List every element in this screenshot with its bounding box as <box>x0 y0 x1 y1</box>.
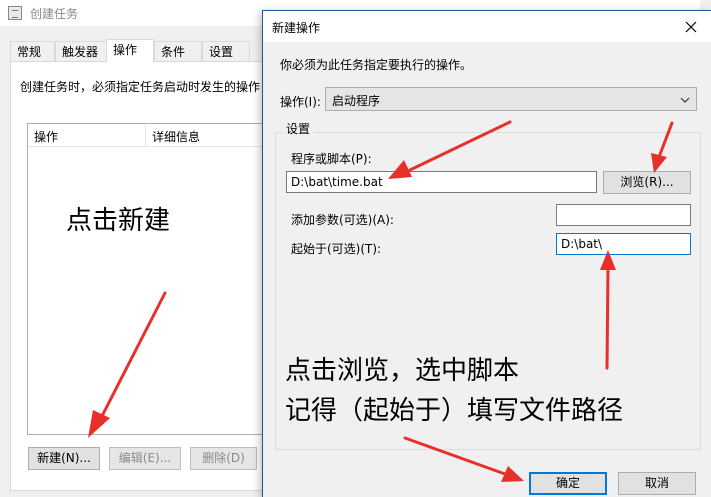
list-header: 操作 详细信息 <box>28 124 296 147</box>
annotation-remember-path: 记得（起始于）填写文件路径 <box>285 396 624 426</box>
tab-general[interactable]: 常规 <box>10 41 55 61</box>
dialog-title-bar: 新建操作 <box>263 11 711 42</box>
arguments-input[interactable] <box>556 204 691 226</box>
start-in-label: 起始于(可选)(T): <box>291 242 382 256</box>
operation-label: 操作(I): <box>280 95 321 109</box>
dialog-instruction: 你必须为此任务指定要执行的操作。 <box>280 58 473 72</box>
annotation-click-new: 点击新建 <box>66 206 171 236</box>
edit-action-button[interactable]: 编辑(E)... <box>109 447 181 470</box>
browse-button[interactable]: 浏览(R)... <box>603 171 691 194</box>
tab-actions[interactable]: 操作 <box>106 39 154 62</box>
close-icon[interactable] <box>681 17 701 37</box>
delete-action-button[interactable]: 删除(D) <box>190 447 257 470</box>
annotation-click-browse: 点击浏览，选中脚本 <box>285 356 520 386</box>
arguments-label: 添加参数(可选)(A): <box>291 213 394 227</box>
actions-list[interactable]: 操作 详细信息 <box>27 123 297 435</box>
column-header-details[interactable]: 详细信息 <box>152 128 200 145</box>
settings-group-label: 设置 <box>283 120 314 137</box>
operation-select-value: 启动程序 <box>332 94 381 108</box>
column-header-action[interactable]: 操作 <box>34 128 58 145</box>
window-title: 创建任务 <box>30 7 79 21</box>
chevron-down-icon <box>680 94 690 108</box>
task-scheduler-icon <box>8 6 22 20</box>
program-input[interactable]: D:\bat\time.bat <box>286 171 597 193</box>
operation-select[interactable]: 启动程序 <box>325 87 697 111</box>
tab-triggers[interactable]: 触发器 <box>55 41 107 61</box>
actions-description: 创建任务时，必须指定任务启动时发生的操作 <box>20 80 261 94</box>
dialog-title: 新建操作 <box>272 21 321 35</box>
ok-button[interactable]: 确定 <box>529 472 607 495</box>
column-divider[interactable] <box>145 124 146 146</box>
tab-settings[interactable]: 设置 <box>202 41 250 61</box>
cancel-button[interactable]: 取消 <box>618 472 696 495</box>
new-action-button[interactable]: 新建(N)... <box>28 447 100 470</box>
program-label: 程序或脚本(P): <box>291 152 372 166</box>
start-in-input[interactable]: D:\bat\ <box>556 233 691 255</box>
tab-conditions[interactable]: 条件 <box>154 41 202 61</box>
